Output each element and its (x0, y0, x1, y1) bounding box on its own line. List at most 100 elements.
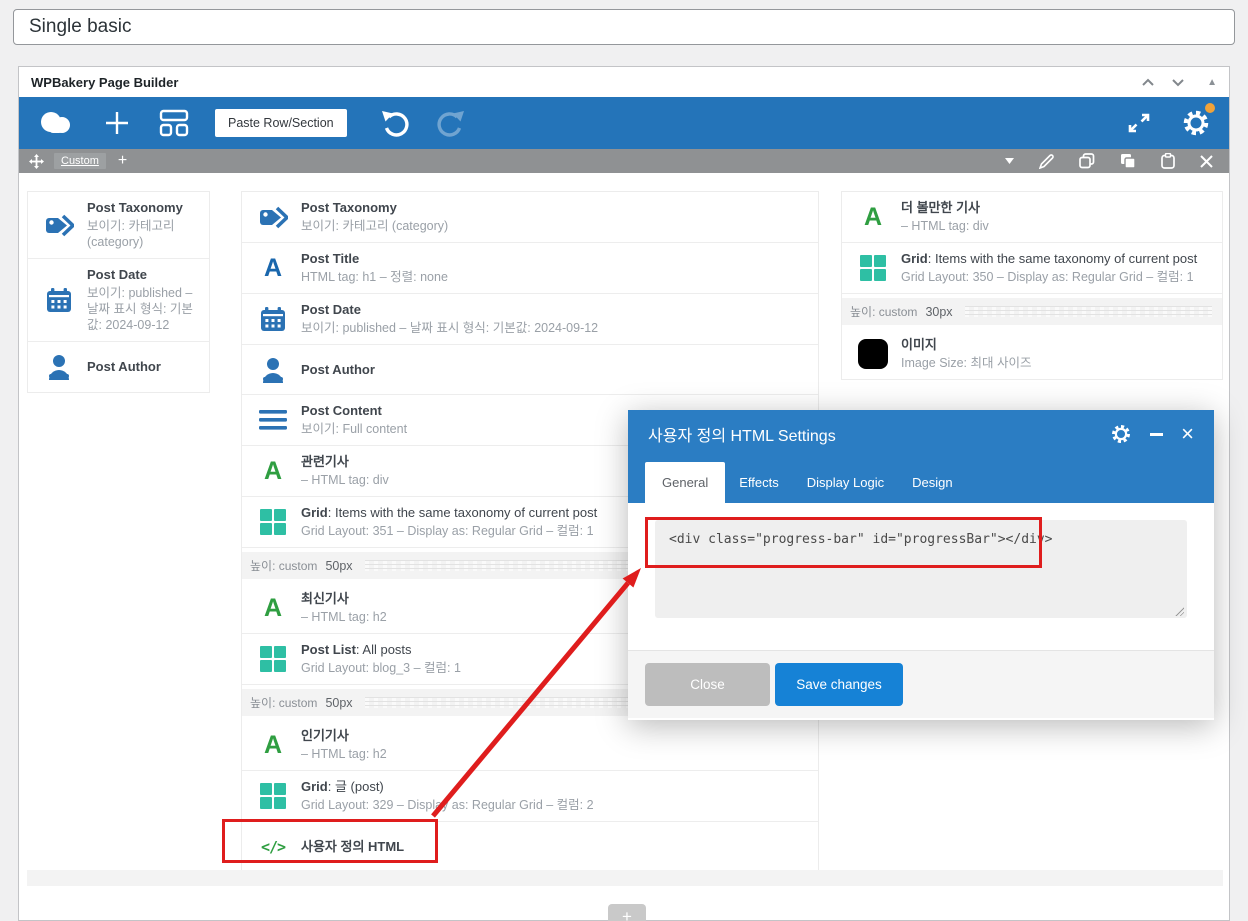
post-title-input[interactable]: Single basic (13, 9, 1235, 45)
tab-general[interactable]: General (645, 462, 726, 503)
tag-icon (258, 202, 288, 232)
element-title: Post Content (301, 403, 382, 418)
fullscreen-icon[interactable] (1125, 109, 1153, 137)
header-order-icon[interactable]: ▲ (1207, 77, 1217, 88)
modal-minimize-icon[interactable] (1150, 432, 1164, 436)
tab-design[interactable]: Design (898, 462, 966, 503)
element-card[interactable]: A 인기기사 – HTML tag: h2 (242, 720, 818, 771)
element-title: Post List: All posts (301, 642, 412, 657)
header-collapse-up-icon[interactable] (1141, 78, 1155, 87)
close-button[interactable]: Close (645, 663, 770, 706)
element-title: 이미지 (901, 337, 937, 352)
element-card[interactable]: Post Taxonomy 보이기: 카테고리 (category) (242, 192, 818, 243)
spacer-label: 높이: custom (250, 696, 318, 710)
element-subtitle: 보이기: 카테고리 (category) (301, 219, 449, 233)
element-title: 최신기사 (301, 591, 349, 606)
image-icon (858, 339, 888, 369)
row-close-icon[interactable] (1200, 154, 1213, 168)
grid-icon (858, 253, 888, 283)
modal-gear-icon[interactable] (1110, 423, 1132, 445)
modal-body: <div class="progress-bar" id="progressBa… (628, 503, 1214, 650)
modal-title: 사용자 정의 HTML Settings (648, 428, 836, 445)
element-card[interactable]: A 더 볼만한 기사 – HTML tag: div (842, 192, 1222, 243)
column-right: A 더 볼만한 기사 – HTML tag: div Grid: Items with… (841, 191, 1223, 380)
row-name-badge[interactable]: Custom (54, 153, 106, 169)
grid-icon (258, 507, 288, 537)
modal-tab-bar: General Effects Display Logic Design (628, 458, 1214, 503)
element-card[interactable]: Post Author (28, 342, 209, 392)
tab-display-logic[interactable]: Display Logic (793, 462, 898, 503)
wpbakery-logo-icon[interactable] (39, 110, 75, 136)
letter-a-blue-icon: A (263, 253, 283, 282)
element-card[interactable]: Grid: Items with the same taxonomy of cu… (842, 243, 1222, 294)
spacer-value: 50px (325, 558, 353, 573)
paste-row-section-button[interactable]: Paste Row/Section (215, 109, 347, 137)
element-card[interactable]: Post Taxonomy 보이기: 카테고리 (category) (28, 192, 209, 259)
element-card[interactable]: </> 사용자 정의 HTML (242, 822, 818, 872)
letter-a-green-icon: A (863, 202, 883, 231)
notification-dot (1205, 103, 1215, 113)
letter-a-green-icon: A (263, 730, 283, 759)
element-title: Post Taxonomy (87, 200, 183, 215)
row-move-icon[interactable] (29, 153, 44, 169)
add-element-icon[interactable] (103, 109, 131, 137)
person-icon (44, 352, 74, 382)
row-add-icon[interactable]: + (118, 153, 127, 169)
redo-icon (435, 108, 467, 138)
row-edit-icon[interactable] (1039, 153, 1054, 169)
element-title: 사용자 정의 HTML (301, 839, 405, 854)
undo-icon[interactable] (379, 108, 411, 138)
element-card[interactable]: 이미지 Image Size: 최대 사이즈 (842, 329, 1222, 379)
modal-close-icon[interactable]: × (1181, 423, 1194, 445)
element-title: Post Taxonomy (301, 200, 397, 215)
element-subtitle: 보이기: published – 날짜 표시 형식: 기본값: 2024-09-… (301, 321, 599, 335)
spacer-value: 30px (925, 304, 953, 319)
settings-gear-icon[interactable] (1181, 103, 1215, 138)
element-card[interactable]: Grid: 글 (post) Grid Layout: 329 – Display… (242, 771, 818, 822)
element-subtitle: Grid Layout: blog_3 – 컬럼: 1 (301, 661, 461, 675)
row-clone-icon[interactable] (1079, 153, 1095, 169)
element-subtitle: HTML tag: h1 – 정렬: none (301, 270, 448, 284)
element-subtitle: 보이기: Full content (301, 422, 408, 436)
element-subtitle: Grid Layout: 350 – Display as: Regular G… (901, 270, 1194, 284)
add-row-button[interactable]: + (608, 904, 646, 921)
grid-icon (258, 781, 288, 811)
screen: Single basic WPBakery Page Builder ▲ Pas… (0, 0, 1248, 921)
templates-icon[interactable] (159, 109, 189, 137)
element-card[interactable]: A Post Title HTML tag: h1 – 정렬: none (242, 243, 818, 294)
content-lines-icon (258, 405, 288, 435)
row-copy-icon[interactable] (1120, 153, 1136, 169)
letter-a-green-icon: A (263, 593, 283, 622)
tab-effects[interactable]: Effects (725, 462, 793, 503)
element-title: 인기기사 (301, 728, 349, 743)
html-code-textarea[interactable]: <div class="progress-bar" id="progressBa… (655, 520, 1187, 618)
spacer-label: 높이: custom (250, 559, 318, 573)
element-subtitle: 보이기: 카테고리 (category) (87, 219, 175, 249)
column-left: Post Taxonomy 보이기: 카테고리 (category) Post Da… (27, 191, 210, 393)
element-subtitle: Image Size: 최대 사이즈 (901, 356, 1032, 370)
code-icon: </> (260, 838, 286, 856)
element-subtitle: Grid Layout: 329 – Display as: Regular G… (301, 798, 594, 812)
spacer-label: 높이: custom (850, 305, 918, 319)
tag-icon (44, 210, 74, 240)
element-card[interactable]: Post Author (242, 345, 818, 395)
element-subtitle: – HTML tag: h2 (301, 747, 387, 761)
element-title: 더 볼만한 기사 (901, 200, 980, 215)
header-collapse-down-icon[interactable] (1171, 78, 1185, 87)
row-paste-icon[interactable] (1161, 153, 1175, 169)
empty-space-element[interactable]: 높이: custom 30px (842, 298, 1222, 325)
metabox-header: WPBakery Page Builder ▲ (19, 67, 1229, 97)
element-subtitle: – HTML tag: h2 (301, 610, 387, 624)
modal-header[interactable]: 사용자 정의 HTML Settings × (628, 410, 1214, 458)
save-changes-button[interactable]: Save changes (775, 663, 903, 706)
calendar-icon (258, 304, 288, 334)
element-card[interactable]: Post Date 보이기: published – 날짜 표시 형식: 기본값:… (242, 294, 818, 345)
row-bottom-padding (27, 870, 1223, 886)
element-title: Post Date (301, 302, 361, 317)
element-title: Grid: Items with the same taxonomy of cu… (301, 505, 598, 520)
element-card[interactable]: Post Date 보이기: published – 날짜 표시 형식: 기본값:… (28, 259, 209, 342)
row-toggle-icon[interactable] (1005, 158, 1014, 164)
element-subtitle: Grid Layout: 351 – Display as: Regular G… (301, 524, 594, 538)
element-title: Grid: Items with the same taxonomy of cu… (901, 251, 1198, 266)
element-title: Grid: 글 (post) (301, 779, 384, 794)
